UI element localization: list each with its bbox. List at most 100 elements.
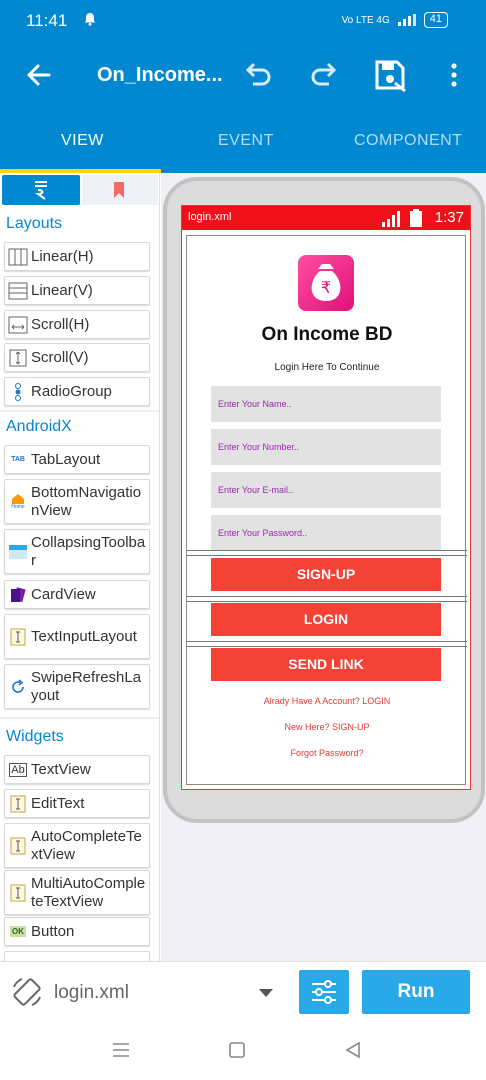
home-tag: Home <box>11 504 25 510</box>
tab-event[interactable]: EVENT <box>218 132 274 150</box>
palette-item-scroll-v[interactable]: Scroll(V) <box>4 343 150 372</box>
dropdown-caret-icon[interactable] <box>259 989 273 997</box>
palette-item-label: Button <box>31 922 75 940</box>
palette-item-scroll-h[interactable]: Scroll(H) <box>4 310 150 339</box>
save-icon[interactable] <box>373 58 407 93</box>
redo-icon[interactable] <box>307 58 341 92</box>
palette-item-next[interactable] <box>4 951 150 961</box>
palette-item-label: TextView <box>31 760 91 778</box>
send-link-button[interactable]: SEND LINK <box>211 648 441 681</box>
back-nav-icon[interactable] <box>344 1041 362 1064</box>
preview-screen[interactable]: login.xml 1:37 ₹ On Income BD Login Here… <box>181 205 471 790</box>
more-options-icon[interactable] <box>437 58 471 92</box>
email-field[interactable]: Enter Your E-mail.. <box>211 472 441 508</box>
views-icon <box>34 181 47 200</box>
palette-item-linear-v[interactable]: Linear(V) <box>4 276 150 305</box>
section-widgets: Widgets <box>6 728 64 745</box>
radiogroup-icon <box>5 382 31 402</box>
app-title: On Income BD <box>261 324 393 345</box>
palette-item-label: Linear(H) <box>31 247 94 265</box>
palette-item-label: Linear(V) <box>31 281 93 299</box>
palette-item-textinputlayout[interactable]: TextInputLayout <box>4 614 150 659</box>
palette-item-swiperefreshlayout[interactable]: SwipeRefreshLayout <box>4 664 150 709</box>
bookmark-icon <box>114 182 124 198</box>
phone-frame: login.xml 1:37 ₹ On Income BD Login Here… <box>163 177 485 823</box>
home-nav-icon[interactable] <box>228 1041 246 1064</box>
section-layouts: Layouts <box>6 215 63 232</box>
palette-item-radiogroup[interactable]: RadioGroup <box>4 377 150 406</box>
preview-time: 1:37 <box>434 209 464 226</box>
tab-component[interactable]: COMPONENT <box>354 132 463 150</box>
preview-status-bar: login.xml 1:37 <box>182 206 470 230</box>
palette-item-autocompletetextview[interactable]: AutoCompleteTextView <box>4 823 150 868</box>
palette-item-cardview[interactable]: CardView <box>4 580 150 609</box>
palette-item-button[interactable]: OK Button <box>4 917 150 946</box>
palette-item-label: MultiAutoCompleteTextView <box>31 874 146 910</box>
palette-item-linear-h[interactable]: Linear(H) <box>4 242 150 271</box>
palette-item-label: CollapsingToolbar <box>31 533 146 569</box>
palette-item-label: Scroll(H) <box>31 315 90 333</box>
signup-link[interactable]: New Here? SIGN-UP <box>187 722 467 732</box>
edittext-icon <box>5 795 31 813</box>
editor-tabs: VIEW EVENT COMPONENT <box>0 110 486 173</box>
layout-divider <box>187 641 467 647</box>
menu-nav-icon[interactable] <box>112 1041 130 1064</box>
linear-h-icon <box>5 248 31 266</box>
scroll-v-icon <box>5 349 31 367</box>
password-field[interactable]: Enter Your Password.. <box>211 515 441 551</box>
palette-item-label: SwipeRefreshLayout <box>31 668 142 704</box>
login-link[interactable]: Alrady Have A Account? LOGIN <box>187 696 467 706</box>
preview-signal-icon <box>382 211 400 227</box>
preview-battery-icon <box>410 209 422 227</box>
palette-item-label: EditText <box>31 794 85 812</box>
palette-item-tablayout[interactable]: TAB TabLayout <box>4 445 150 474</box>
forgot-password-link[interactable]: Forgot Password? <box>187 748 467 758</box>
battery-icon: 41 <box>423 12 448 28</box>
run-button[interactable]: Run <box>362 970 470 1014</box>
palette-item-collapsingtoolbar[interactable]: CollapsingToolbar <box>4 529 150 574</box>
undo-icon[interactable] <box>241 58 275 92</box>
signup-button[interactable]: SIGN-UP <box>211 558 441 591</box>
status-time: 11:41 <box>26 11 68 30</box>
cardview-icon <box>5 586 31 603</box>
number-field[interactable]: Enter Your Number.. <box>211 429 441 465</box>
widget-palette[interactable]: Layouts Linear(H) Linear(V) Scroll(H) Sc… <box>0 173 160 961</box>
properties-button[interactable] <box>299 970 349 1014</box>
refresh-icon <box>5 678 31 695</box>
palette-item-bottomnavigationview[interactable]: Home BottomNavigationView <box>4 479 150 524</box>
palette-item-label: BottomNavigationView <box>31 483 142 519</box>
textinput-icon <box>5 628 31 646</box>
sliders-icon <box>312 980 336 1004</box>
system-nav-bar <box>0 1021 486 1080</box>
palette-item-textview[interactable]: Ab TextView <box>4 755 150 784</box>
section-divider <box>0 410 159 412</box>
palette-tab-bookmarks[interactable] <box>82 175 158 205</box>
palette-item-label: Scroll(V) <box>31 348 89 366</box>
rotate-device-icon[interactable] <box>10 975 44 1014</box>
tab-view[interactable]: VIEW <box>61 132 104 150</box>
home-icon: Home <box>5 493 31 510</box>
app-subtitle: Login Here To Continue <box>274 362 380 373</box>
back-arrow-icon[interactable] <box>22 58 56 92</box>
palette-tabs <box>0 173 159 207</box>
palette-item-edittext[interactable]: EditText <box>4 789 150 818</box>
linear-v-icon <box>5 282 31 300</box>
name-field[interactable]: Enter Your Name.. <box>211 386 441 422</box>
scroll-h-icon <box>5 316 31 334</box>
tablayout-icon: TAB <box>5 456 31 463</box>
palette-tab-views[interactable] <box>2 175 80 205</box>
collapsing-toolbar-icon <box>5 544 31 559</box>
status-bar: 11:41 Vo LTE 4G 41 <box>0 0 486 44</box>
app-toolbar: On_Income... <box>0 44 486 110</box>
ab-tag: Ab <box>9 762 27 777</box>
palette-item-multiautocompletetextview[interactable]: MultiAutoCompleteTextView <box>4 870 150 915</box>
palette-item-label: TabLayout <box>31 450 101 468</box>
textview-icon: Ab <box>5 762 31 777</box>
layout-file-selector[interactable]: login.xml <box>54 982 129 1004</box>
bottom-bar: login.xml Run <box>0 961 486 1021</box>
design-canvas[interactable]: login.xml 1:37 ₹ On Income BD Login Here… <box>161 173 486 961</box>
multiautocomplete-icon <box>5 884 31 902</box>
palette-item-label: TextInputLayout <box>31 627 137 645</box>
preview-layout[interactable]: ₹ On Income BD Login Here To Continue En… <box>186 235 467 785</box>
login-button[interactable]: LOGIN <box>211 603 441 636</box>
